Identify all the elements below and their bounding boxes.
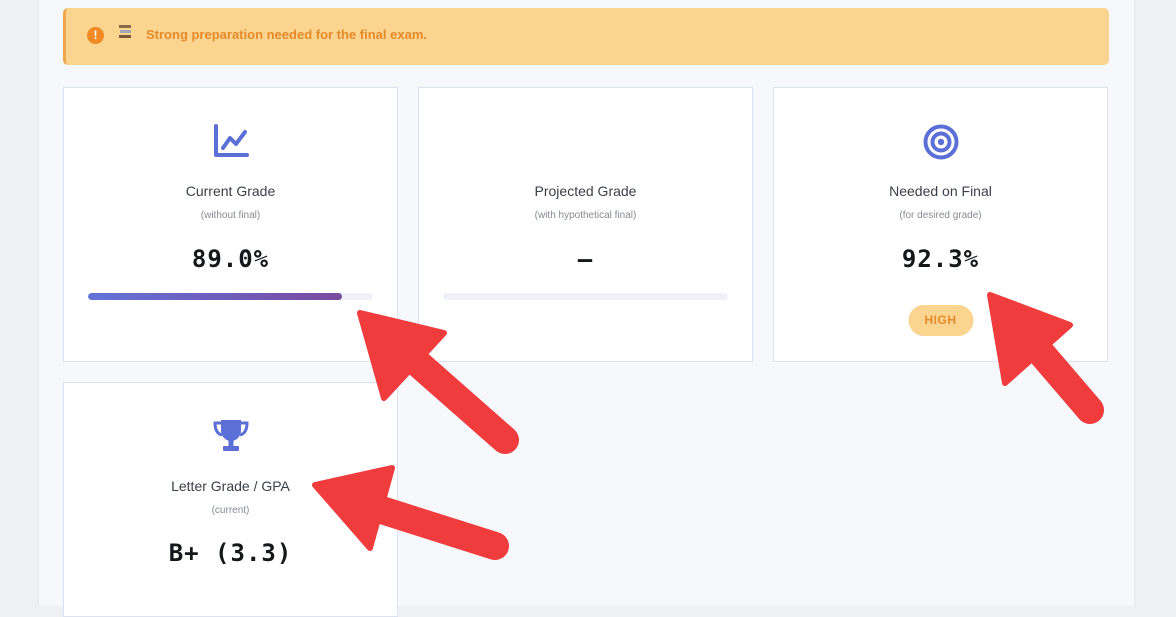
needed-on-final-value: 92.3% [901,245,980,273]
current-grade-value: 89.0% [191,245,270,273]
card-subtitle: (without final) [200,210,261,221]
books-icon [119,25,131,38]
target-icon [923,124,958,160]
projected-grade-value: – [577,245,594,273]
line-chart-icon [213,124,249,157]
alert-message: Strong preparation needed for the final … [146,27,427,42]
card-title: Projected Grade [534,183,637,199]
difficulty-badge: HIGH [908,305,973,336]
card-title: Current Grade [185,183,276,199]
card-subtitle: (with hypothetical final) [534,210,637,221]
letter-grade-card: Letter Grade / GPA (current) B+ (3.3) [63,382,398,617]
current-grade-progress [88,293,373,300]
projected-grade-card: Projected Grade (with hypothetical final… [418,87,753,362]
needed-on-final-card: Needed on Final (for desired grade) 92.3… [773,87,1108,362]
card-subtitle: (for desired grade) [899,210,982,221]
trophy-icon [212,420,249,451]
card-title: Needed on Final [889,183,992,199]
current-grade-card: Current Grade (without final) 89.0% [63,87,398,362]
card-title: Letter Grade / GPA [171,478,290,494]
warning-alert: ! Strong preparation needed for the fina… [63,8,1109,65]
card-subtitle: (current) [211,505,250,516]
warning-icon: ! [87,27,104,44]
current-grade-progress-fill [88,293,342,300]
projected-grade-progress [443,293,728,300]
letter-grade-value: B+ (3.3) [168,539,293,567]
